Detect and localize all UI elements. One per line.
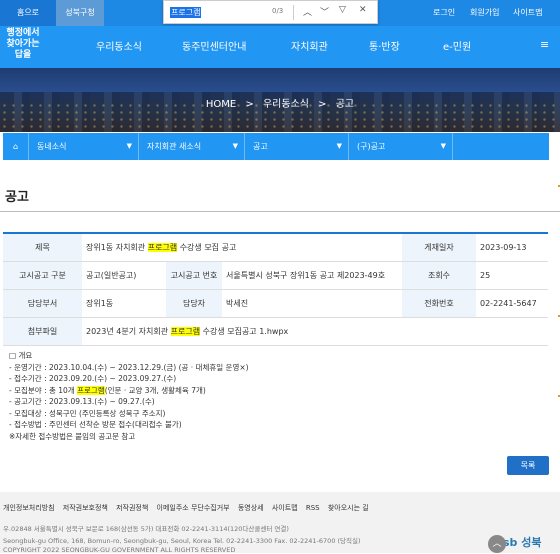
footer-logo: sb 성북 xyxy=(503,536,542,549)
footer-link[interactable]: RSS xyxy=(306,504,320,512)
footer-link[interactable]: 이메일주소 무단수집거부 xyxy=(157,504,230,512)
nav-item-center[interactable]: 동주민센터안내 xyxy=(182,38,246,53)
body-line: - 모집분야 : 총 10개 프로그램(인문 · 교양 3개, 생활체육 7개) xyxy=(9,385,206,395)
person-label: 담당자 xyxy=(166,289,222,318)
dept-value: 장위1동 xyxy=(82,289,166,318)
nav-item-news[interactable]: 우리동소식 xyxy=(96,38,142,53)
find-count: 0/3 xyxy=(272,7,284,15)
subnav-hall-label: 자치회관 새소식 xyxy=(147,142,202,151)
table-row: 고시공고 구분 공고(일반공고) 고시공고 번호 서울특별시 성북구 장위1동 … xyxy=(3,261,548,290)
chevron-down-icon: ▼ xyxy=(440,142,446,150)
nav-item-tongban[interactable]: 통·반장 xyxy=(369,38,400,53)
person-value: 박세진 xyxy=(222,289,402,318)
body-line: □ 개요 xyxy=(9,351,33,360)
chevron-down-icon: ▼ xyxy=(336,142,342,150)
subnav-hall[interactable]: 자치회관 새소식 ▼ xyxy=(139,133,245,160)
subnav-news-label: 동네소식 xyxy=(37,142,67,151)
notice-table: 제목 장위1동 자치회관 프로그램 수강생 모집 공고 게재일자 2023-09… xyxy=(3,232,548,346)
dept-label: 담당부서 xyxy=(3,289,82,318)
search-highlight: 프로그램 xyxy=(77,385,105,395)
title-divider xyxy=(0,211,560,212)
views-label: 조회수 xyxy=(402,261,476,290)
nav-item-eminwon[interactable]: e-민원 xyxy=(443,38,471,53)
menu-icon[interactable]: ≡ xyxy=(540,38,549,51)
date-value: 2023-09-13 xyxy=(476,233,548,262)
footer-link[interactable]: 동영상세 xyxy=(238,504,264,512)
file-link[interactable]: 2023년 4분기 자치회관 프로그램 수강생 모집공고 1.hwpx xyxy=(82,317,548,346)
sub-nav: ⌂ 동네소식 ▼ 자치회관 새소식 ▼ 공고 ▼ (구)공고 ▼ xyxy=(3,133,549,160)
body-line: - 접수방법 : 주민센터 선착순 방문 접수(대리접수 불가) xyxy=(9,420,182,429)
file-label: 첨부파일 xyxy=(3,317,82,346)
type-value: 공고(일반공고) xyxy=(82,261,166,290)
scroll-top-icon[interactable]: ︿ xyxy=(488,535,506,553)
main-nav: 행정에서 찾아가는 답을 우리동소식 동주민센터안내 자치회관 통·반장 e-민… xyxy=(0,26,560,68)
search-highlight: 프로그램 xyxy=(147,242,178,252)
number-label: 고시공고 번호 xyxy=(166,261,222,290)
body-line: - 공고기간 : 2023.09.13.(수) ~ 09.27.(수) xyxy=(9,397,155,406)
subnav-old-notice-label: (구)공고 xyxy=(357,142,386,151)
footer-address-en: Seongbuk-gu Office, 168, Bomun-ro, Seong… xyxy=(3,537,361,545)
logo-line: 찾아가는 xyxy=(6,39,40,49)
body-line: - 운영기간 : 2023.10.04.(수) ~ 2023.12.29.(금)… xyxy=(9,362,249,372)
footer-link[interactable]: 저작권정책 xyxy=(116,504,148,512)
find-bar: 프로그램 0/3 ︿ ﹀ ▽ ✕ xyxy=(163,0,378,24)
nav-item-hall[interactable]: 자치회관 xyxy=(291,38,328,53)
page-title: 공고 xyxy=(5,190,29,205)
views-value: 25 xyxy=(476,261,548,290)
chevron-down-icon: ▼ xyxy=(126,142,132,150)
footer: 개인정보처리방침 저작권보호정책 저작권정책 이메일주소 무단수집거부 동영상세… xyxy=(0,492,560,554)
seongbuk-office-tab[interactable]: 성북구청 xyxy=(56,0,104,26)
logo-line: 답을 xyxy=(14,50,32,60)
title-label: 제목 xyxy=(3,233,82,262)
join-link[interactable]: 회원가입 xyxy=(470,0,499,26)
subnav-old-notice[interactable]: (구)공고 ▼ xyxy=(349,133,453,160)
chevron-down-icon: ▼ xyxy=(232,142,238,150)
logo-line: 행정에서 xyxy=(6,28,40,38)
type-label: 고시공고 구분 xyxy=(3,261,82,290)
sitemap-link[interactable]: 사이트맵 xyxy=(513,0,542,26)
footer-address: 우.02848 서울특별시 성북구 보문로 168(삼선동 5가) 대표전화 0… xyxy=(3,525,289,533)
close-icon[interactable]: ✕ xyxy=(359,5,367,15)
site-logo[interactable]: 행정에서 찾아가는 답을 xyxy=(4,28,42,68)
footer-link[interactable]: 개인정보처리방침 xyxy=(3,504,55,512)
breadcrumb: HOME > 우리동소식 > 공고 xyxy=(0,95,560,110)
footer-links: 개인정보처리방침 저작권보호정책 저작권정책 이메일주소 무단수집거부 동영상세… xyxy=(3,503,375,513)
subnav-news[interactable]: 동네소식 ▼ xyxy=(29,133,139,160)
footer-link[interactable]: 찾아오시는 길 xyxy=(328,504,369,512)
footer-link[interactable]: 저작권보호정책 xyxy=(63,504,108,512)
filter-icon[interactable]: ▽ xyxy=(339,5,346,15)
list-button[interactable]: 목록 xyxy=(507,456,549,475)
hero-banner: HOME > 우리동소식 > 공고 xyxy=(0,68,560,132)
breadcrumb-news[interactable]: 우리동소식 xyxy=(263,99,309,110)
body-line: - 접수기간 : 2023.09.20.(수) ~ 2023.09.27.(수) xyxy=(9,374,177,383)
home-icon[interactable]: ⌂ xyxy=(3,133,29,160)
notice-body: □ 개요 - 운영기간 : 2023.10.04.(수) ~ 2023.12.2… xyxy=(9,350,249,442)
breadcrumb-notice[interactable]: 공고 xyxy=(336,99,354,110)
body-line: - 모집대상 : 성북구민 (주민등록상 성북구 주소지) xyxy=(9,408,166,418)
number-value: 서울특별시 성북구 장위1동 공고 제2023-49호 xyxy=(222,261,402,290)
table-row: 담당부서 장위1동 담당자 박세진 전화번호 02-2241-5647 xyxy=(3,289,548,318)
phone-value: 02-2241-5647 xyxy=(476,289,548,318)
subnav-notice[interactable]: 공고 ▼ xyxy=(245,133,349,160)
table-row: 제목 장위1동 자치회관 프로그램 수강생 모집 공고 게재일자 2023-09… xyxy=(3,233,548,262)
phone-label: 전화번호 xyxy=(402,289,476,318)
previous-match-icon[interactable]: ︿ xyxy=(303,5,312,18)
breadcrumb-home[interactable]: HOME xyxy=(206,99,236,110)
find-input[interactable]: 프로그램 xyxy=(170,7,202,18)
find-divider xyxy=(293,5,294,20)
table-row: 첨부파일 2023년 4분기 자치회관 프로그램 수강생 모집공고 1.hwpx xyxy=(3,317,548,346)
footer-link[interactable]: 사이트맵 xyxy=(272,504,298,512)
breadcrumb-separator: > xyxy=(245,99,254,110)
body-line: ※자세한 접수방법은 붙임의 공고문 참고 xyxy=(9,431,136,441)
date-label: 게재일자 xyxy=(402,233,476,262)
subnav-notice-label: 공고 xyxy=(253,142,268,151)
next-match-icon[interactable]: ﹀ xyxy=(320,5,329,18)
breadcrumb-separator: > xyxy=(318,99,327,110)
home-tab[interactable]: 홈으로 xyxy=(0,0,56,26)
login-link[interactable]: 로그인 xyxy=(433,0,455,26)
search-highlight: 프로그램 xyxy=(170,326,201,336)
title-value: 장위1동 자치회관 프로그램 수강생 모집 공고 xyxy=(82,233,402,262)
